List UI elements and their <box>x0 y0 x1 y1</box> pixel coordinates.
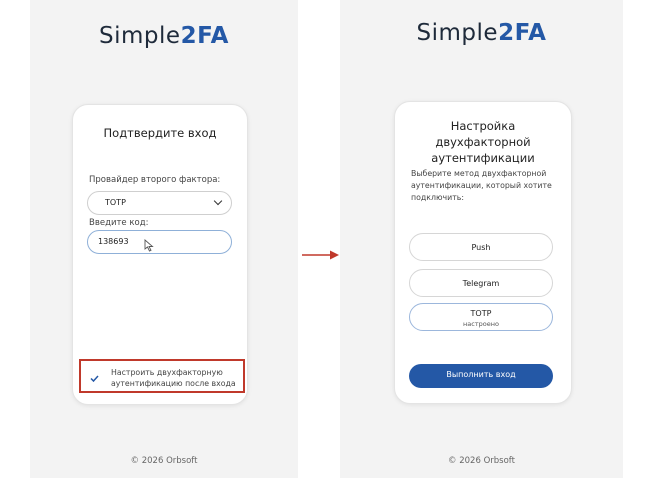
setup-screen: Simple2FA Настройка двухфакторной аутент… <box>340 0 623 478</box>
login-submit-button[interactable]: Выполнить вход <box>409 364 553 388</box>
method-status: настроено <box>463 320 499 328</box>
brand-prefix: Simple <box>99 23 181 49</box>
method-label: Push <box>471 243 491 252</box>
brand-suffix: 2FA <box>180 23 229 49</box>
brand-suffix: 2FA <box>498 20 547 46</box>
method-totp-button[interactable]: TOTP настроено <box>409 303 553 331</box>
arrow-right-icon <box>302 250 339 260</box>
checkmark-icon[interactable] <box>89 373 100 384</box>
footer-copyright: © 2026 Orbsoft <box>130 456 198 466</box>
method-push-button[interactable]: Push <box>409 233 553 261</box>
brand-prefix: Simple <box>416 20 499 46</box>
provider-select-value: TOTP <box>105 198 126 207</box>
footer-copyright: © 2026 Orbsoft <box>448 456 515 466</box>
provider-label: Провайдер второго фактора: <box>89 175 221 185</box>
chevron-down-icon <box>213 196 223 206</box>
setup-2fa-checkbox-label[interactable]: Настроить двухфакторную аутентификацию п… <box>111 367 241 389</box>
brand-logo: Simple2FA <box>30 23 298 49</box>
confirm-login-card: Подтвердите вход Провайдер второго факто… <box>72 104 248 405</box>
login-screen: Simple2FA Подтвердите вход Провайдер вто… <box>30 0 298 478</box>
code-label: Введите код: <box>89 218 149 228</box>
method-label: Telegram <box>462 279 500 288</box>
setup-2fa-card: Настройка двухфакторной аутентификации В… <box>394 101 572 404</box>
method-telegram-button[interactable]: Telegram <box>409 269 553 297</box>
code-input[interactable]: 138693 <box>87 230 232 254</box>
code-input-value: 138693 <box>98 237 129 246</box>
method-label: TOTP <box>470 309 492 318</box>
card-title: Подтвердите вход <box>103 126 217 140</box>
brand-logo: Simple2FA <box>340 20 623 46</box>
setup-description: Выберите метод двухфакторной аутентифика… <box>411 169 552 202</box>
provider-select[interactable]: TOTP <box>87 191 232 215</box>
submit-label: Выполнить вход <box>446 370 516 379</box>
card-title: Настройка двухфакторной аутентификации <box>431 119 535 165</box>
mouse-cursor-icon <box>144 239 154 252</box>
